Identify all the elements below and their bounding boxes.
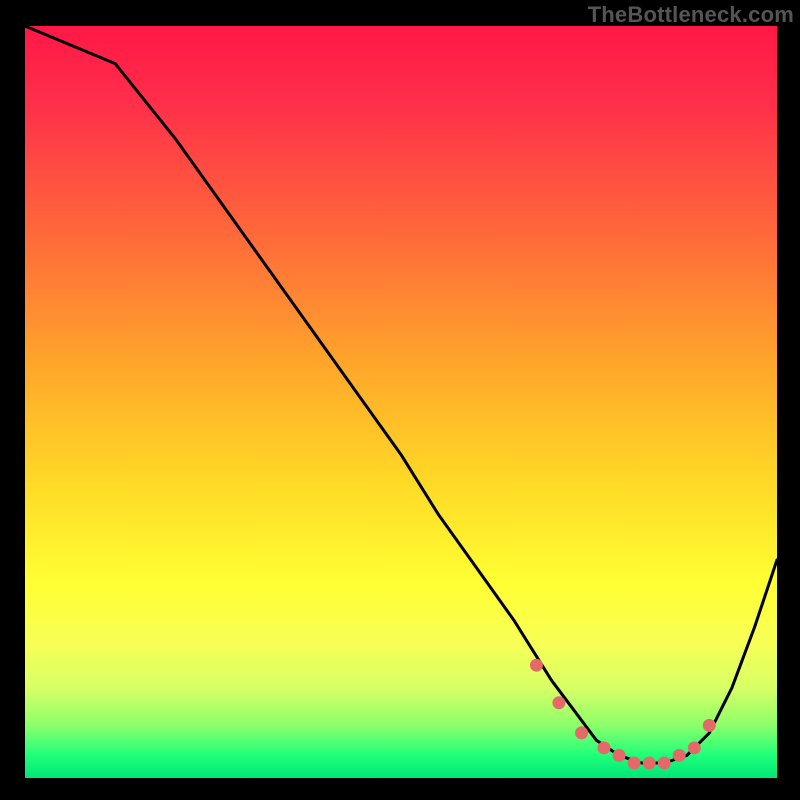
curve-marker [553, 697, 565, 709]
chart-svg [25, 26, 777, 778]
curve-marker [688, 742, 700, 754]
bottleneck-curve-line [25, 26, 777, 763]
curve-marker [530, 659, 542, 671]
curve-marker [673, 749, 685, 761]
curve-marker [643, 757, 655, 769]
watermark-text: TheBottleneck.com [588, 2, 794, 28]
curve-marker [613, 749, 625, 761]
curve-marker [658, 757, 670, 769]
curve-marker [598, 742, 610, 754]
curve-marker [703, 719, 715, 731]
chart-frame: TheBottleneck.com [0, 0, 800, 800]
curve-marker [576, 727, 588, 739]
curve-marker [628, 757, 640, 769]
